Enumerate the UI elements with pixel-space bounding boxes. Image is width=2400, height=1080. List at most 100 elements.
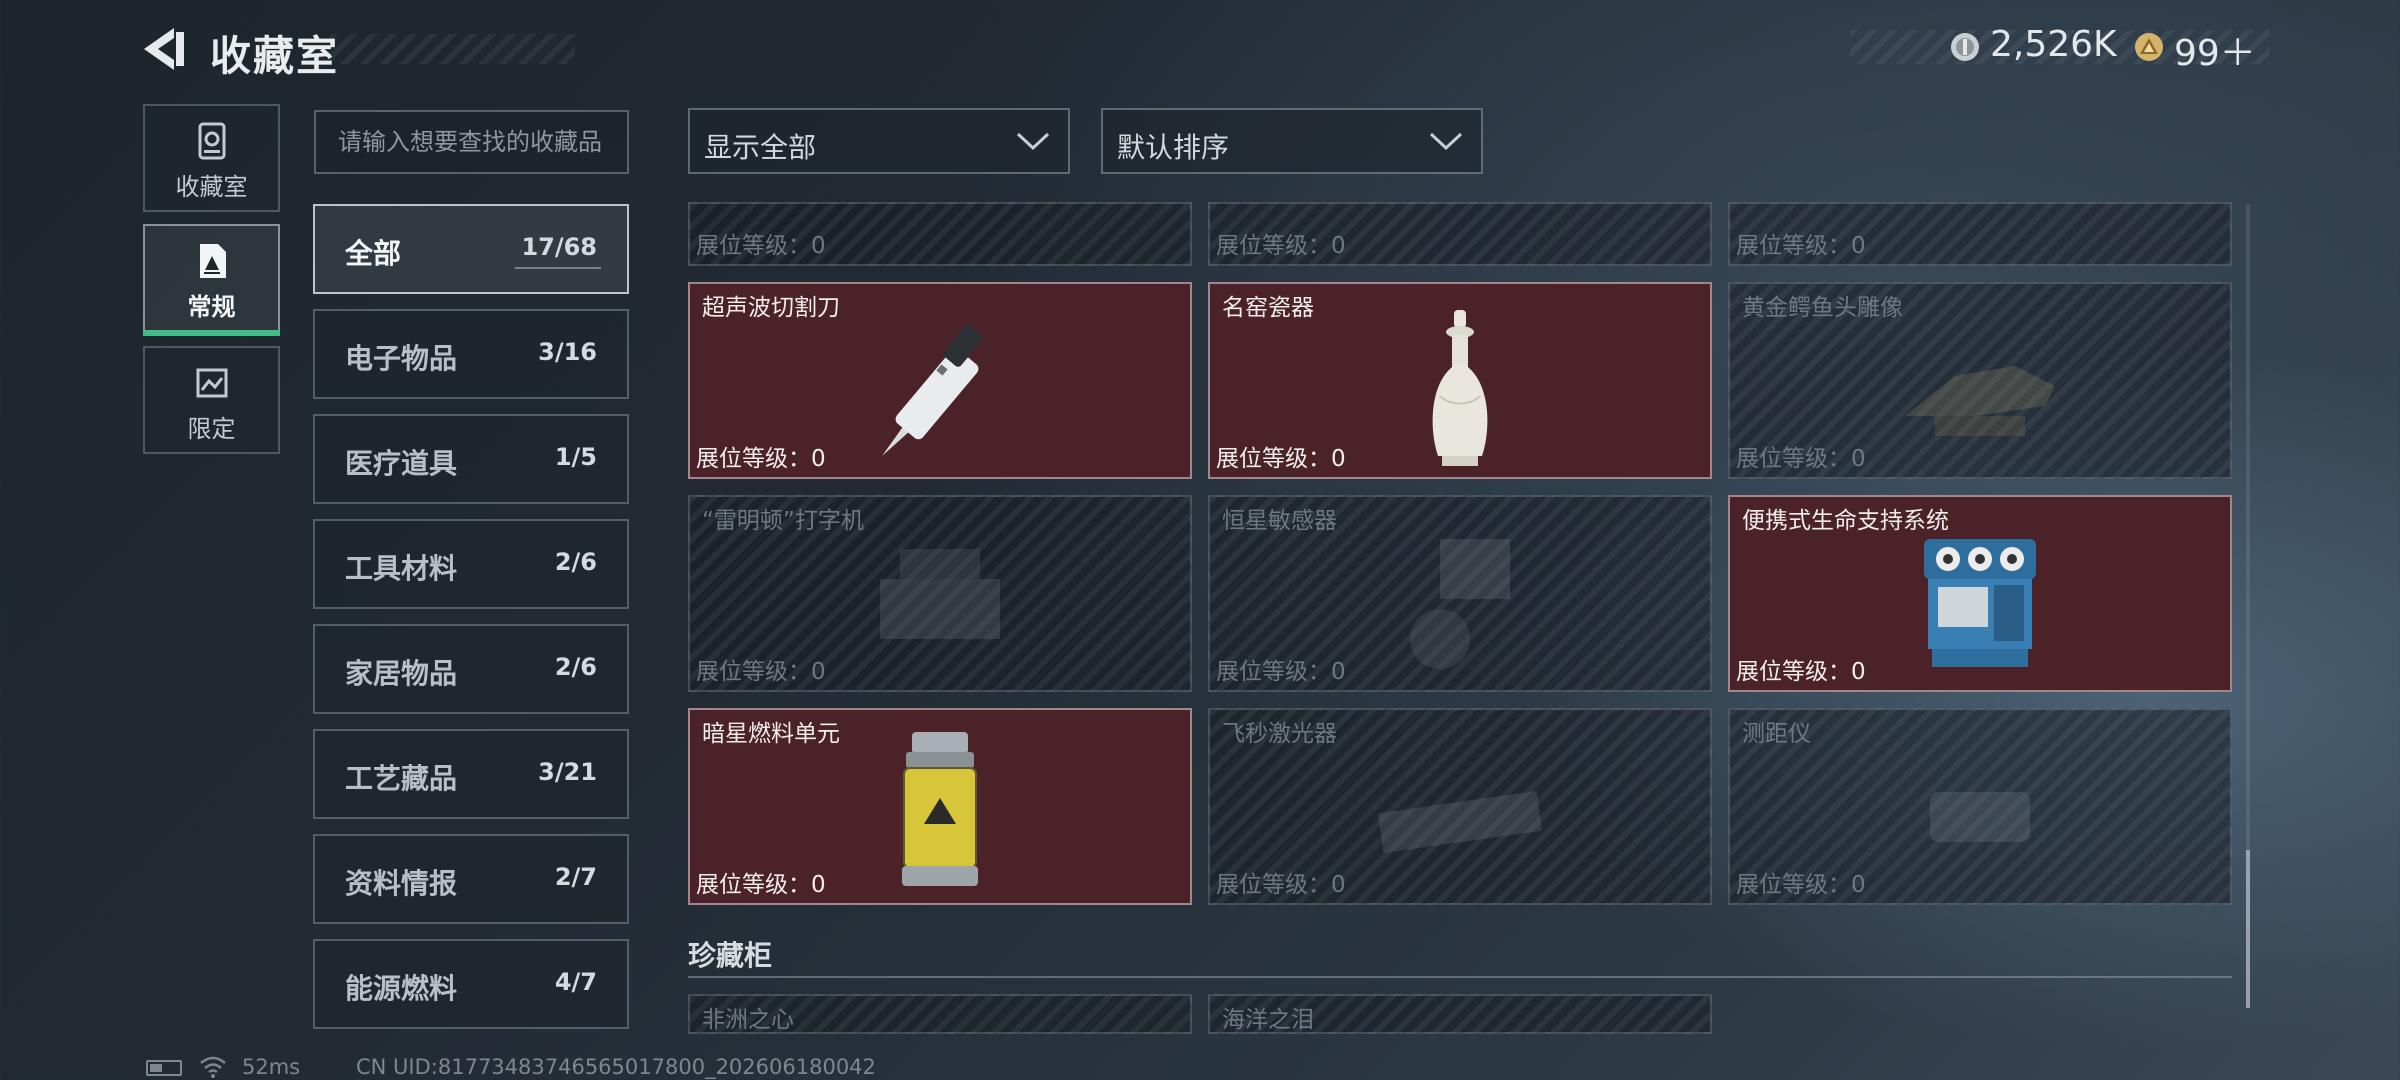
search-input[interactable] — [314, 110, 629, 174]
category-crafts[interactable]: 工艺藏品 3/21 — [313, 729, 629, 819]
tab-regular[interactable]: 常规 — [143, 224, 280, 336]
ultrasonic-knife-icon — [882, 325, 983, 456]
coin-icon — [1950, 32, 1980, 62]
category-electronics[interactable]: 电子物品 3/16 — [313, 309, 629, 399]
slot-level: 展位等级：0 — [696, 872, 826, 898]
collection-slot[interactable]: 便携式生命支持系统 展位等级：0 — [1728, 495, 2232, 692]
slot-level: 展位等级：0 — [1216, 872, 1346, 898]
category-intel[interactable]: 资料情报 2/7 — [313, 834, 629, 924]
category-name: 家居物品 — [345, 657, 458, 690]
section-divider — [688, 976, 2232, 978]
category-name: 全部 — [345, 237, 402, 270]
collection-slot[interactable]: 黄金鳄鱼头雕像 展位等级：0 — [1728, 282, 2232, 479]
tab-label: 常规 — [187, 293, 236, 321]
porcelain-vase-icon — [1432, 310, 1488, 466]
category-name: 资料情报 — [345, 867, 458, 900]
slot-level: 展位等级：0 — [1736, 659, 1866, 685]
category-count: 2/7 — [554, 863, 597, 891]
category-count: 2/6 — [554, 548, 597, 576]
image-frame-icon — [194, 364, 230, 402]
collection-slot[interactable]: 海洋之泪 — [1208, 994, 1712, 1034]
category-tools[interactable]: 工具材料 2/6 — [313, 519, 629, 609]
slot-level: 展位等级：0 — [1216, 659, 1346, 685]
category-household[interactable]: 家居物品 2/6 — [313, 624, 629, 714]
category-count: 3/16 — [538, 338, 597, 366]
laser-device-icon — [1377, 791, 1543, 853]
slot-level: 展位等级：0 — [696, 233, 826, 259]
chevron-down-icon — [1016, 132, 1050, 151]
collection-slot[interactable]: 飞秒激光器 展位等级：0 — [1208, 708, 1712, 905]
life-support-system-icon — [1924, 539, 2036, 667]
collection-slot[interactable]: 测距仪 展位等级：0 — [1728, 708, 2232, 905]
gold-crocodile-statue-icon — [1905, 366, 2055, 436]
star-sensor-icon — [1410, 539, 1510, 669]
item-name: 恒星敏感器 — [1222, 508, 1337, 534]
slot-level: 展位等级：0 — [1216, 446, 1346, 472]
slot-level: 展位等级：0 — [1736, 233, 1866, 259]
scrollbar-thumb[interactable] — [2246, 850, 2250, 1008]
category-count: 2/6 — [554, 653, 597, 681]
category-medical[interactable]: 医疗道具 1/5 — [313, 414, 629, 504]
collection-slot[interactable]: 超声波切割刀 展位等级：0 — [688, 282, 1192, 479]
wifi-icon — [200, 1056, 226, 1078]
category-count: 4/7 — [554, 968, 597, 996]
sort-dropdown[interactable]: 默认排序 — [1101, 108, 1483, 174]
collection-slot[interactable]: “雷明顿”打字机 展位等级：0 — [688, 495, 1192, 692]
category-count: 1/5 — [554, 443, 597, 471]
item-name: 飞秒激光器 — [1222, 721, 1337, 747]
tab-vault[interactable]: 收藏室 — [143, 104, 280, 212]
slot-level: 展位等级：0 — [1216, 233, 1346, 259]
category-name: 医疗道具 — [345, 447, 458, 480]
slot-level: 展位等级：0 — [1736, 446, 1866, 472]
document-icon — [194, 242, 230, 280]
typewriter-icon — [880, 549, 1000, 639]
rangefinder-icon — [1930, 792, 2030, 842]
fuel-canister-icon — [902, 732, 978, 886]
category-name: 工艺藏品 — [345, 762, 458, 795]
item-name: 黄金鳄鱼头雕像 — [1742, 295, 1903, 321]
collection-slot[interactable]: 恒星敏感器 展位等级：0 — [1208, 495, 1712, 692]
page-title: 收藏室 — [210, 32, 339, 80]
category-name: 工具材料 — [345, 552, 458, 585]
chevron-down-icon — [1429, 132, 1463, 151]
slot-level: 展位等级：0 — [1736, 872, 1866, 898]
active-tab-indicator — [143, 330, 280, 336]
item-name: 超声波切割刀 — [702, 295, 840, 321]
category-all[interactable]: 全部 17/68 — [313, 204, 629, 294]
dropdown-value: 显示全部 — [704, 131, 817, 164]
item-name: 海洋之泪 — [1222, 1007, 1314, 1033]
battery-icon — [146, 1060, 182, 1076]
item-name: 测距仪 — [1742, 721, 1811, 747]
item-name: “雷明顿”打字机 — [702, 508, 864, 534]
tab-limited[interactable]: 限定 — [143, 346, 280, 454]
item-name: 暗星燃料单元 — [702, 721, 840, 747]
collection-slot[interactable]: 展位等级：0 — [1208, 202, 1712, 266]
item-name: 非洲之心 — [702, 1007, 794, 1033]
tab-label: 限定 — [187, 415, 236, 443]
slot-level: 展位等级：0 — [696, 446, 826, 472]
vault-icon — [194, 122, 230, 160]
category-count: 17/68 — [515, 233, 601, 269]
coin-balance: 2,526K — [1990, 24, 2117, 65]
dropdown-value: 默认排序 — [1117, 131, 1230, 164]
uid-text: CN UID:817734837465650178​00_20260618004… — [356, 1055, 876, 1079]
token-icon — [2134, 32, 2164, 62]
back-button[interactable] — [140, 26, 190, 72]
category-energy[interactable]: 能源燃料 4/7 — [313, 939, 629, 1029]
back-arrow-icon — [144, 28, 184, 70]
collection-slot[interactable]: 暗星燃料单元 展位等级：0 — [688, 708, 1192, 905]
collection-slot[interactable]: 非洲之心 — [688, 994, 1192, 1034]
collection-slot[interactable]: 名窑瓷器 展位等级：0 — [1208, 282, 1712, 479]
collection-slot[interactable]: 展位等级：0 — [1728, 202, 2232, 266]
category-count: 3/21 — [538, 758, 597, 786]
section-title: 珍藏柜 — [688, 939, 773, 972]
category-name: 能源燃料 — [345, 972, 458, 1005]
category-name: 电子物品 — [345, 342, 458, 375]
title-decoration — [330, 34, 575, 64]
collection-slot[interactable]: 展位等级：0 — [688, 202, 1192, 266]
tab-label: 收藏室 — [175, 173, 248, 201]
ping-text: 52ms — [242, 1055, 301, 1079]
display-filter-dropdown[interactable]: 显示全部 — [688, 108, 1070, 174]
token-balance: 99＋ — [2174, 33, 2256, 74]
slot-level: 展位等级：0 — [696, 659, 826, 685]
